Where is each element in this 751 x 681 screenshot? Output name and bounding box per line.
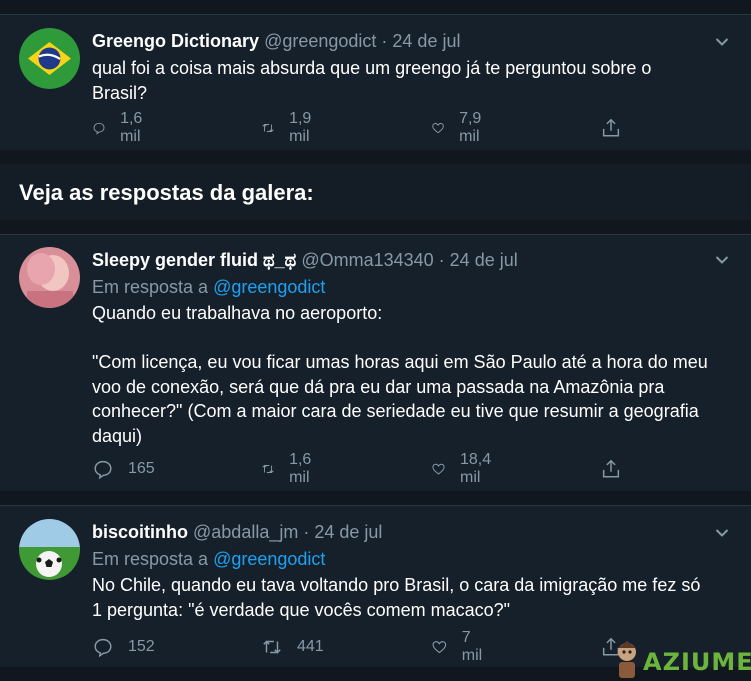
- chevron-down-icon[interactable]: [715, 255, 729, 265]
- avatar[interactable]: [19, 519, 80, 580]
- like-button[interactable]: 18,4 mil: [431, 451, 498, 486]
- tweet-header: Sleepy gender fluid ಥ_ಥ @Omma134340 · 24…: [92, 250, 518, 271]
- top-separator: [0, 0, 751, 14]
- like-icon: [432, 123, 444, 134]
- reply-button[interactable]: 165: [92, 457, 155, 481]
- separator-dot: ·: [298, 522, 315, 542]
- like-count: 7,9 mil: [459, 110, 482, 145]
- separator-dot: ·: [433, 250, 450, 270]
- separator-dot: ·: [376, 31, 393, 51]
- reply-to-link[interactable]: @greengodict: [213, 277, 325, 297]
- like-button[interactable]: 7 mil: [431, 629, 487, 664]
- mascot-icon: [618, 641, 636, 678]
- tweet-header: Greengo Dictionary @greengodict · 24 de …: [92, 31, 460, 52]
- reply-button[interactable]: 152: [92, 635, 155, 659]
- retweet-count: 1,9 mil: [289, 110, 312, 145]
- reply-prefix: Em resposta a: [92, 549, 214, 569]
- handle[interactable]: @abdalla_jm: [193, 522, 298, 542]
- display-name[interactable]: Sleepy gender fluid ಥ_ಥ: [92, 250, 296, 270]
- tweet-header: biscoitinho @abdalla_jm · 24 de jul: [92, 522, 382, 543]
- handle[interactable]: @greengodict: [264, 31, 376, 51]
- profile-photo-icon: [19, 247, 80, 308]
- avatar[interactable]: [19, 28, 80, 89]
- chevron-down-icon[interactable]: [715, 37, 729, 47]
- soccer-ball-photo-icon: [19, 519, 80, 580]
- reply-icon: [94, 460, 112, 480]
- watermark-text: AZIUME: [643, 648, 751, 676]
- share-icon: [602, 118, 620, 137]
- like-count: 18,4 mil: [459, 451, 492, 486]
- reply-icon: [93, 122, 105, 135]
- tweet-card-sleepy[interactable]: Sleepy gender fluid ಥ_ಥ @Omma134340 · 24…: [0, 234, 751, 492]
- aziume-watermark: AZIUME: [612, 640, 751, 681]
- reply-count: 1,6 mil: [120, 110, 143, 145]
- tweet-date[interactable]: 24 de jul: [314, 522, 382, 542]
- retweet-button[interactable]: 441: [261, 635, 324, 659]
- retweet-button[interactable]: 1,6 mil: [261, 451, 319, 486]
- tweet-date[interactable]: 24 de jul: [450, 250, 518, 270]
- display-name[interactable]: Greengo Dictionary: [92, 31, 259, 51]
- reply-count: 165: [128, 460, 155, 477]
- reply-icon: [94, 638, 112, 658]
- tweet-card-greengo[interactable]: Greengo Dictionary @greengodict · 24 de …: [0, 14, 751, 151]
- retweet-icon: [263, 640, 281, 654]
- reply-button[interactable]: 1,6 mil: [92, 110, 150, 145]
- share-button[interactable]: [600, 116, 636, 140]
- share-button[interactable]: [600, 457, 636, 481]
- like-icon: [432, 641, 447, 654]
- section-separator: [0, 220, 751, 234]
- tweet-separator: [0, 491, 751, 505]
- chevron-down-icon[interactable]: [715, 528, 729, 538]
- retweet-count: 1,6 mil: [289, 451, 312, 486]
- tweet-text: qual foi a coisa mais absurda que um gre…: [92, 58, 652, 103]
- retweet-icon: [262, 464, 274, 474]
- tweet-text: No Chile, quando eu tava voltando pro Br…: [92, 575, 701, 620]
- handle[interactable]: @Omma134340: [301, 250, 433, 270]
- like-button[interactable]: 7,9 mil: [431, 110, 489, 145]
- share-icon: [602, 459, 620, 478]
- section-title: Veja as respostas da galera:: [19, 180, 314, 205]
- reply-context: Em resposta a @greengodict: [92, 549, 325, 570]
- section-separator: [0, 150, 751, 164]
- retweet-count: 441: [297, 638, 324, 655]
- brazil-flag-icon: [19, 28, 80, 89]
- reply-to-link[interactable]: @greengodict: [213, 549, 325, 569]
- avatar[interactable]: [19, 247, 80, 308]
- tweet-date[interactable]: 24 de jul: [392, 31, 460, 51]
- tweet-text: Quando eu trabalhava no aeroporto: "Com …: [92, 303, 708, 446]
- reply-prefix: Em resposta a: [92, 277, 214, 297]
- like-count: 7 mil: [461, 629, 483, 664]
- like-icon: [432, 463, 445, 475]
- reply-count: 152: [128, 638, 155, 655]
- retweet-button[interactable]: 1,9 mil: [261, 110, 319, 145]
- reply-context: Em resposta a @greengodict: [92, 277, 325, 298]
- retweet-icon: [262, 123, 274, 133]
- display-name[interactable]: biscoitinho: [92, 522, 188, 542]
